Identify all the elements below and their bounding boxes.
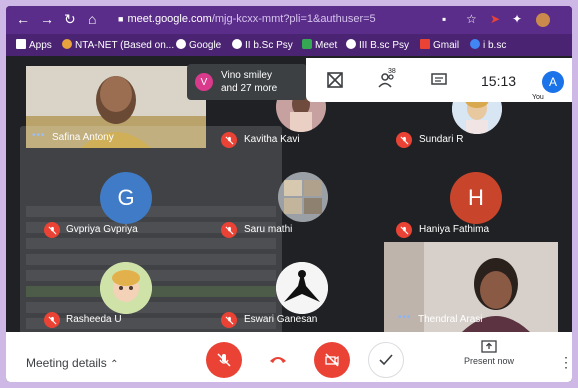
participant-name: Eswari Ganesan — [244, 314, 318, 325]
screenshot-frame: ← → ↻ ⌂ ■ meet.google.com/mjg-kcxx-mmt?pl… — [6, 6, 572, 382]
google-icon — [176, 39, 186, 49]
participant-name: Saru mathi — [244, 224, 293, 235]
participant-name: Gvpriya Gvpriya — [66, 224, 138, 235]
leave-call-button[interactable] — [260, 342, 296, 378]
chrome-icon — [470, 39, 480, 49]
nta-icon — [62, 39, 72, 49]
bookmark-meet[interactable]: Meet — [302, 39, 337, 51]
url-path: /mjg-kcxx-mmt?pli=1&authuser=5 — [211, 13, 376, 25]
meeting-clock: 15:13 — [481, 73, 517, 89]
mic-off-icon — [217, 353, 231, 367]
reload-icon[interactable]: ↻ — [64, 11, 76, 28]
participant-avatar-eswari — [276, 262, 328, 314]
participant-avatar-haniya: H — [450, 172, 502, 224]
panel-row — [26, 222, 276, 233]
chevron-up-icon: ⌃ — [110, 359, 119, 370]
notification-avatar: V — [195, 73, 213, 91]
participant-name: Thendral Arasi — [418, 314, 483, 325]
forward-icon[interactable]: → — [40, 11, 54, 27]
participant-avatar-rasheeda — [100, 262, 152, 314]
checkmark-icon — [379, 354, 393, 366]
present-now-button[interactable]: Present now — [454, 340, 524, 366]
bookmark-google[interactable]: Google — [176, 39, 221, 51]
panel-row — [26, 318, 276, 329]
camera-off-icon — [325, 353, 339, 367]
bookmarks-bar: Apps NTA-NET (Based on... Google II b.Sc… — [6, 34, 572, 56]
browser-toolbar: ← → ↻ ⌂ ■ meet.google.com/mjg-kcxx-mmt?pl… — [6, 6, 572, 34]
muted-mic-icon — [396, 132, 412, 148]
muted-mic-icon — [221, 312, 237, 328]
bookmark-iii-bsc-psy[interactable]: III B.sc Psy — [346, 39, 409, 51]
more-options-icon[interactable]: ⋮ — [559, 354, 572, 371]
participant-count: 38 — [388, 68, 396, 75]
participant-name: Kavitha Kavi — [244, 134, 300, 145]
present-now-label: Present now — [463, 356, 515, 366]
muted-mic-icon — [221, 132, 237, 148]
muted-mic-icon — [396, 222, 412, 238]
home-icon[interactable]: ⌂ — [88, 11, 96, 27]
extension-icon[interactable]: ▪ — [442, 12, 446, 26]
address-bar[interactable]: ■ meet.google.com/mjg-kcxx-mmt?pli=1&auth… — [118, 13, 376, 25]
participant-avatar-gvpriya: G — [100, 172, 152, 224]
camera-toggle-button[interactable] — [314, 342, 350, 378]
chat-icon[interactable] — [430, 71, 448, 89]
profile-icon[interactable] — [536, 13, 550, 27]
google-icon — [232, 39, 242, 49]
participant-avatar-saru — [278, 172, 328, 222]
panel-row — [26, 206, 276, 217]
present-screen-icon — [481, 340, 497, 353]
top-controls: 38 15:13 A You — [306, 58, 572, 102]
bookmark-i-bsc[interactable]: i b.sc — [470, 39, 506, 51]
back-icon[interactable]: ← — [16, 11, 30, 27]
star-icon[interactable]: ☆ — [466, 12, 477, 26]
speaking-indicator-icon: ••• — [398, 312, 412, 323]
panel-row — [26, 254, 276, 265]
tiles-layout-icon[interactable] — [326, 71, 344, 89]
bookmark-nta-net[interactable]: NTA-NET (Based on... — [62, 39, 174, 51]
url-host: meet.google.com — [127, 13, 212, 25]
bookmark-apps[interactable]: Apps — [16, 39, 52, 51]
join-notification[interactable]: V Vino smiley and 27 more — [187, 64, 307, 100]
muted-mic-icon — [221, 222, 237, 238]
raise-hand-button[interactable] — [368, 342, 404, 378]
pin-icon[interactable]: ➤ — [490, 12, 500, 26]
participant-name: Rasheeda U — [66, 314, 122, 325]
notification-line-2: and 27 more — [221, 83, 278, 94]
bottom-control-bar: Meeting details ⌃ Present now ⋮ — [6, 332, 572, 382]
lock-icon: ■ — [118, 14, 124, 24]
participant-name: Haniya Fathima — [419, 224, 490, 235]
panel-row — [26, 238, 276, 249]
self-label: You — [532, 94, 544, 101]
participant-name: Sundari R — [419, 134, 464, 145]
google-icon — [346, 39, 356, 49]
meet-icon — [302, 39, 312, 49]
muted-mic-icon — [44, 222, 60, 238]
notification-line-1: Vino smiley — [221, 70, 272, 81]
panel-row — [26, 302, 276, 313]
mic-toggle-button[interactable] — [206, 342, 242, 378]
hang-up-icon — [270, 357, 286, 363]
muted-mic-icon — [44, 312, 60, 328]
self-avatar[interactable]: A — [542, 71, 564, 93]
apps-grid-icon — [16, 39, 26, 49]
bookmark-gmail[interactable]: Gmail — [420, 39, 459, 51]
panel-row — [26, 270, 276, 281]
puzzle-icon[interactable]: ✦ — [512, 12, 522, 26]
gmail-icon — [420, 39, 430, 49]
bookmark-ii-bsc-psy[interactable]: II b.Sc Psy — [232, 39, 293, 51]
meeting-details-button[interactable]: Meeting details ⌃ — [26, 356, 118, 370]
